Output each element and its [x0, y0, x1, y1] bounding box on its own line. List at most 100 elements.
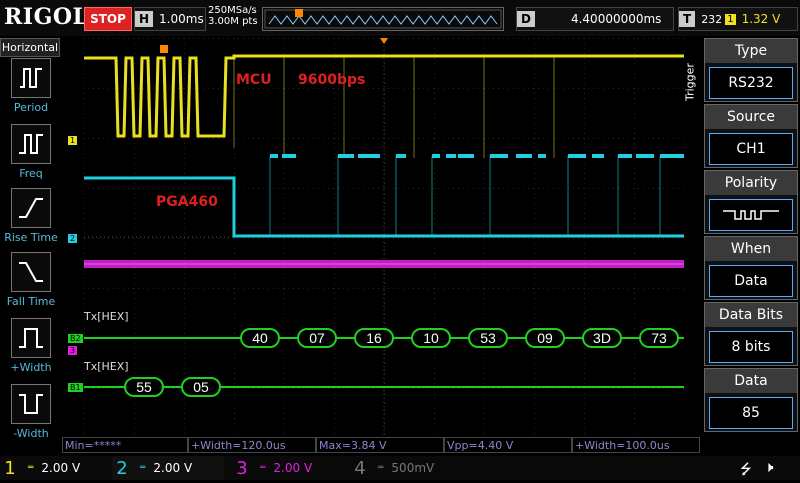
rise-time-label: Rise Time — [4, 231, 58, 244]
measurement-item[interactable]: Vpp=4.40 V — [444, 437, 572, 453]
measurement-item[interactable]: +Width=100.0us — [572, 437, 700, 453]
trigger-type-softkey[interactable]: Type ◀ RS232 — [704, 38, 798, 102]
measurement-item[interactable]: Max=3.84 V — [316, 437, 444, 453]
ch1-number: 1 — [4, 457, 16, 479]
trigger-databits-title: Data Bits — [705, 303, 797, 327]
ch3-number: 3 — [236, 457, 248, 479]
waveform-overview-graphic — [264, 9, 502, 29]
pos-width-label: +Width — [10, 361, 52, 374]
trigger-polarity-softkey[interactable]: Polarity — [704, 170, 798, 234]
bus2-packet: 10 — [411, 328, 451, 348]
period-label: Period — [13, 101, 49, 114]
measure-rise-time-button[interactable]: Rise Time — [0, 188, 62, 244]
usb-icon: ⭍ — [740, 462, 752, 478]
ch4-scale: 500mV — [391, 461, 435, 475]
sample-info: 250MSa/s 3.00M pts — [208, 5, 258, 27]
trigger-status-box[interactable]: T 232 1 1.32 V — [678, 7, 798, 31]
delay-box[interactable]: D 4.40000000ms — [516, 7, 674, 31]
ch2-number: 2 — [116, 457, 128, 479]
ch1-scale: 2.00 V — [41, 461, 81, 475]
bus2-packet: 40 — [240, 328, 280, 348]
ch2-marker[interactable]: 2 — [68, 234, 78, 243]
trigger-polarity-title: Polarity — [705, 171, 797, 195]
measure-freq-button[interactable]: Freq — [0, 124, 62, 180]
trigger-data-title: Data — [705, 369, 797, 393]
dc-coupling-icon: ═ — [140, 463, 146, 473]
ch3-scale: 2.00 V — [273, 461, 313, 475]
b2-marker[interactable]: B2 — [68, 334, 83, 343]
horizontal-measure-menu: Horizontal Period Freq Rise Time Fall Ti… — [0, 38, 60, 454]
trigger-t-marker — [160, 45, 168, 53]
bus2-packet: 07 — [297, 328, 337, 348]
bus1-packet: 55 — [124, 377, 164, 397]
frequency-icon — [11, 124, 51, 164]
dc-coupling-icon: ═ — [28, 463, 34, 473]
horizontal-key: H — [135, 11, 154, 27]
rise-time-icon — [11, 188, 51, 228]
positive-width-icon — [11, 318, 51, 358]
horizontal-timebase[interactable]: H 1.00ms — [134, 7, 206, 31]
speaker-mute-icon[interactable]: 🕨 — [764, 458, 773, 476]
ch3-status[interactable]: 3 ═ 2.00 V — [232, 456, 344, 480]
trigger-data-softkey[interactable]: Data ↻ 85 — [704, 368, 798, 432]
ch1-status[interactable]: 1 ═ 2.00 V — [0, 456, 112, 480]
channel-status-bar: 1 ═ 2.00 V 2 ═ 2.00 V 3 ═ 2.00 V 4 ═ 500… — [0, 456, 800, 480]
trigger-when-value: Data — [709, 265, 793, 297]
negative-width-icon — [11, 384, 51, 424]
trigger-type-title: Type — [705, 39, 797, 63]
trigger-source-softkey[interactable]: Source ◀ CH1 — [704, 104, 798, 168]
bus2-packet: 3D — [582, 328, 622, 348]
trigger-channel: 1 — [725, 13, 736, 25]
ch2-status[interactable]: 2 ═ 2.00 V — [112, 456, 224, 480]
brand-logo: RIGOL — [4, 4, 89, 30]
ch1-marker[interactable]: 1 — [68, 136, 78, 145]
top-bar: RIGOL STOP H 1.00ms 250MSa/s 3.00M pts D… — [0, 0, 800, 36]
measure-pos-width-button[interactable]: +Width — [0, 318, 62, 374]
trigger-databits-value: 8 bits — [709, 331, 793, 363]
ch3-trace — [84, 260, 684, 268]
dc-coupling-icon: ═ — [260, 463, 266, 473]
trigger-type-value: RS232 — [709, 67, 793, 99]
delay-value: 4.40000000ms — [570, 12, 662, 26]
measure-neg-width-button[interactable]: -Width — [0, 384, 62, 440]
sample-rate: 250MSa/s — [208, 5, 257, 16]
trigger-menu: Type ◀ RS232 Source ◀ CH1 Polarity When … — [700, 38, 800, 454]
ch2-scale: 2.00 V — [153, 461, 193, 475]
bus1-packet: 05 — [181, 377, 221, 397]
fall-time-icon — [11, 252, 51, 292]
run-stop-status[interactable]: STOP — [84, 7, 132, 31]
bus1-label: Tx[HEX] — [84, 360, 129, 373]
trigger-databits-softkey[interactable]: Data Bits ◀ 8 bits — [704, 302, 798, 366]
bus2-label: Tx[HEX] — [84, 310, 129, 323]
measure-period-button[interactable]: Period — [0, 58, 62, 114]
b1-marker[interactable]: B1 — [68, 383, 83, 392]
neg-width-label: -Width — [13, 427, 49, 440]
waveform-display[interactable]: MCU 9600bps PGA460 Tx[HEX] Tx[HEX] 40 07 1… — [84, 38, 684, 436]
ch4-number: 4 — [354, 457, 366, 479]
ch3-marker[interactable]: 3 — [68, 346, 78, 355]
timebase-value: 1.00ms — [159, 12, 204, 26]
memory-depth: 3.00M pts — [208, 16, 258, 27]
trigger-data-value: 85 — [709, 397, 793, 429]
freq-label: Freq — [19, 167, 43, 180]
left-menu-title: Horizontal — [0, 38, 60, 57]
measure-fall-time-button[interactable]: Fall Time — [0, 252, 62, 308]
measurement-bar: Min=***** +Width=120.0us Max=3.84 V Vpp=… — [62, 437, 700, 455]
trigger-when-title: When — [705, 237, 797, 261]
measurement-item[interactable]: Min=***** — [62, 437, 188, 453]
pga-annotation: PGA460 — [156, 194, 218, 210]
trigger-key: T — [679, 11, 696, 27]
trigger-menu-label: Trigger — [683, 63, 697, 101]
ch4-status[interactable]: 4 ═ 500mV — [350, 456, 462, 480]
trigger-source-title: Source — [705, 105, 797, 129]
polarity-icon — [709, 199, 793, 231]
trigger-when-softkey[interactable]: When ◀ Data — [704, 236, 798, 300]
trigger-source-value: CH1 — [709, 133, 793, 165]
waveform-overview[interactable] — [262, 7, 504, 31]
measurement-item[interactable]: +Width=120.0us — [188, 437, 316, 453]
fall-time-label: Fall Time — [6, 295, 56, 308]
bus2-packet: 73 — [639, 328, 679, 348]
delay-key: D — [517, 11, 535, 27]
period-icon — [11, 58, 51, 98]
bus2-packet: 09 — [525, 328, 565, 348]
